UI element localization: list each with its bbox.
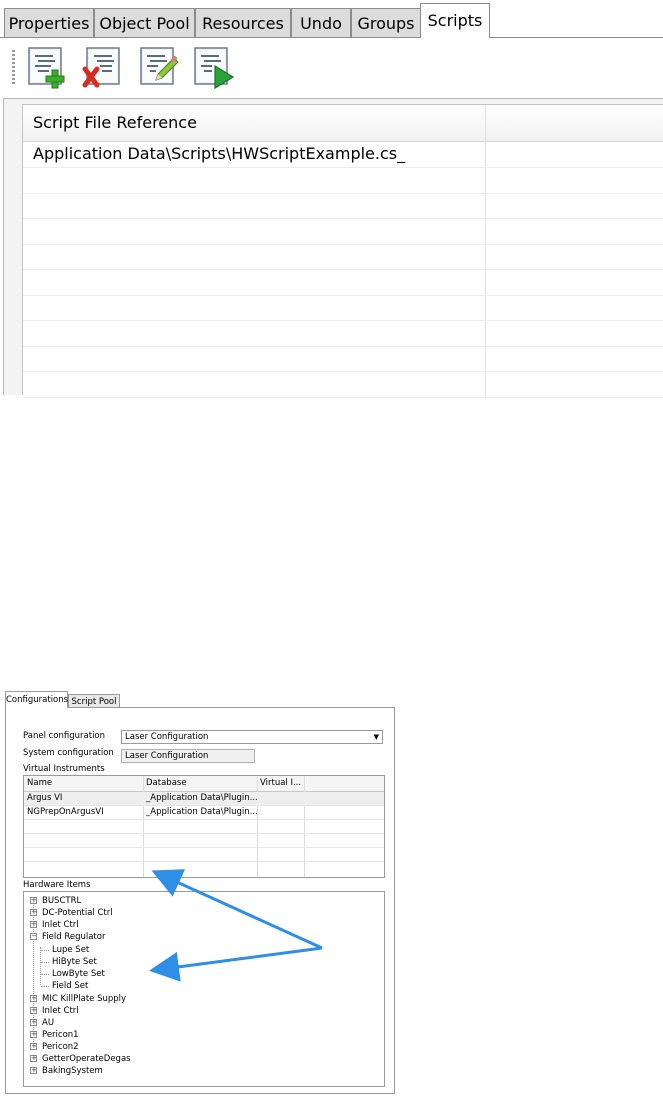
arrow-to-vi-grid [151,869,323,950]
tab-configurations[interactable]: Configurations [5,691,68,708]
annotation-arrows [149,869,323,982]
tab-scripts[interactable]: Scripts [420,3,490,38]
arrow-to-hardware-tree [149,946,323,982]
